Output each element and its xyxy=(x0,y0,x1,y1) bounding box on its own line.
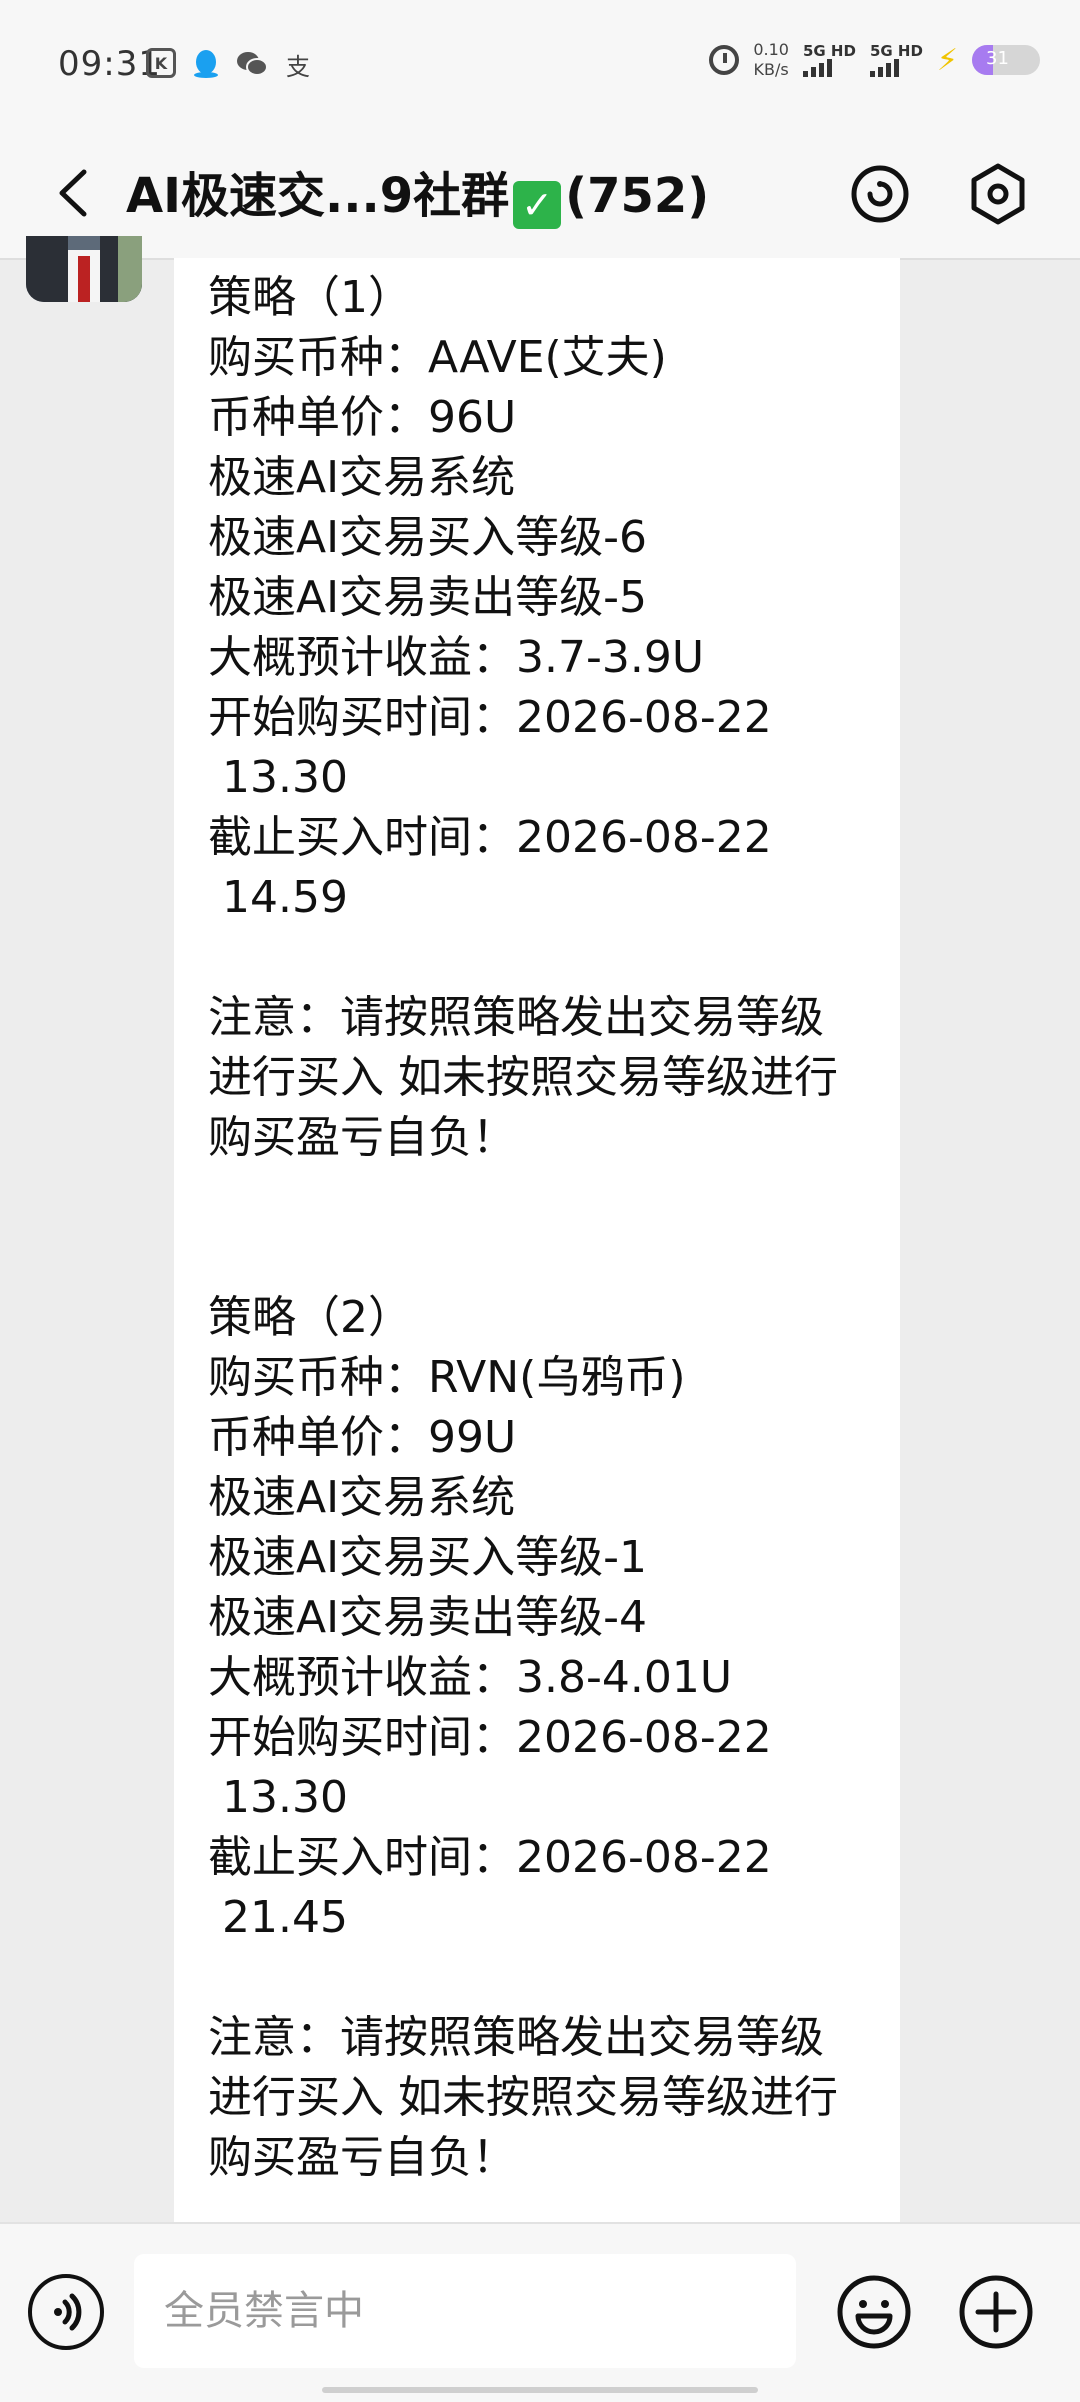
message-line: 极速AI交易系统 xyxy=(208,452,516,503)
message-line: 大概预计收益：3.8-4.01U xyxy=(208,1652,733,1703)
k-app-icon: K xyxy=(146,48,176,78)
check-mark-icon: ✓ xyxy=(513,181,562,229)
message-text: 策略（1） 购买币种：AAVE(艾夫) 币种单价：96U 极速AI交易系统 极速AI交易… xyxy=(208,268,898,2188)
signal-2: 5G HD xyxy=(869,43,923,77)
hexagon-settings-icon xyxy=(971,163,1025,225)
message-line: 大概预计收益：3.7-3.9U xyxy=(208,632,705,683)
message-line: 进行买入 如未按照交易等级进行 xyxy=(208,2072,838,2123)
message-input[interactable] xyxy=(134,2254,796,2368)
battery-level: 31 xyxy=(986,48,1009,69)
wechat-icon xyxy=(236,48,268,80)
message-line: 开始购买时间：2026-08-22 xyxy=(208,692,772,743)
message-line: 购买币种：AAVE(艾夫) xyxy=(208,332,667,383)
signal-bars-icon xyxy=(802,59,856,77)
message-line: 13.30 xyxy=(222,1772,348,1823)
message-line: 注意：请按照策略发出交易等级 xyxy=(208,992,824,1043)
message-line: 币种单价：96U xyxy=(208,392,517,443)
voice-input-button[interactable] xyxy=(28,2274,104,2350)
message-line xyxy=(208,1948,898,2008)
settings-button[interactable] xyxy=(956,152,1040,236)
message-line: 截止买入时间：2026-08-22 xyxy=(208,1832,772,1883)
chevron-left-icon xyxy=(59,169,87,217)
message-line: 注意：请按照策略发出交易等级 xyxy=(208,2012,824,2063)
message-line: 购买盈亏自负！ xyxy=(208,1112,516,1163)
message-line xyxy=(208,1168,898,1228)
status-bar: 09:31 K 支 0.10 KB/s 5G HD 5G HD ⚡ 31 xyxy=(0,0,1080,130)
message-line: 13.30 xyxy=(222,752,348,803)
battery-icon: 31 xyxy=(972,45,1040,75)
message-line: 购买盈亏自负！ xyxy=(208,2132,516,2183)
message-line: 策略（2） xyxy=(208,1292,412,1343)
message-line: 购买币种：RVN(乌鸦币) xyxy=(208,1352,686,1403)
group-name: AI极速交...9社群 xyxy=(126,168,510,224)
message-line: 极速AI交易卖出等级-4 xyxy=(208,1592,647,1643)
voice-room-button[interactable] xyxy=(838,152,922,236)
signal-bars-icon xyxy=(869,59,923,77)
message-line: 截止买入时间：2026-08-22 xyxy=(208,812,772,863)
voice-icon xyxy=(54,2293,82,2331)
back-button[interactable] xyxy=(52,168,96,218)
message-line xyxy=(208,928,898,988)
network-speed: 0.10 KB/s xyxy=(753,40,789,79)
message-line: 极速AI交易系统 xyxy=(208,1472,516,1523)
message-line: 币种单价：99U xyxy=(208,1412,517,1463)
member-count: (752) xyxy=(565,168,710,224)
more-button[interactable] xyxy=(958,2274,1034,2350)
plus-circle-icon xyxy=(959,2275,1033,2349)
chat-header: AI极速交...9社群 ✓ (752) xyxy=(0,130,1080,260)
refresh-circle-icon xyxy=(851,165,909,223)
signal-1: 5G HD xyxy=(802,43,856,77)
smiley-icon xyxy=(837,2275,911,2349)
message-line: 进行买入 如未按照交易等级进行 xyxy=(208,1052,838,1103)
alarm-icon xyxy=(709,45,740,75)
charging-icon: ⚡ xyxy=(936,42,958,78)
notification-icons: K 支 xyxy=(146,48,314,81)
sender-avatar[interactable] xyxy=(26,236,142,302)
qq-icon xyxy=(190,48,222,80)
message-line: 21.45 xyxy=(222,1892,348,1943)
message-line: 极速AI交易买入等级-1 xyxy=(208,1532,647,1583)
message-line: 极速AI交易卖出等级-5 xyxy=(208,572,647,623)
message-line xyxy=(208,1228,898,1288)
message-line: 开始购买时间：2026-08-22 xyxy=(208,1712,772,1763)
input-bar xyxy=(0,2222,1080,2402)
chat-title[interactable]: AI极速交...9社群 ✓ (752) xyxy=(126,156,709,229)
message-line: 极速AI交易买入等级-6 xyxy=(208,512,647,563)
alipay-icon: 支 xyxy=(286,52,310,81)
emoji-button[interactable] xyxy=(836,2274,912,2350)
message-line: 策略（1） xyxy=(208,272,412,323)
system-icons: 0.10 KB/s 5G HD 5G HD ⚡ 31 xyxy=(709,40,1040,80)
home-indicator[interactable] xyxy=(322,2387,758,2393)
message-line: 14.59 xyxy=(222,872,348,923)
